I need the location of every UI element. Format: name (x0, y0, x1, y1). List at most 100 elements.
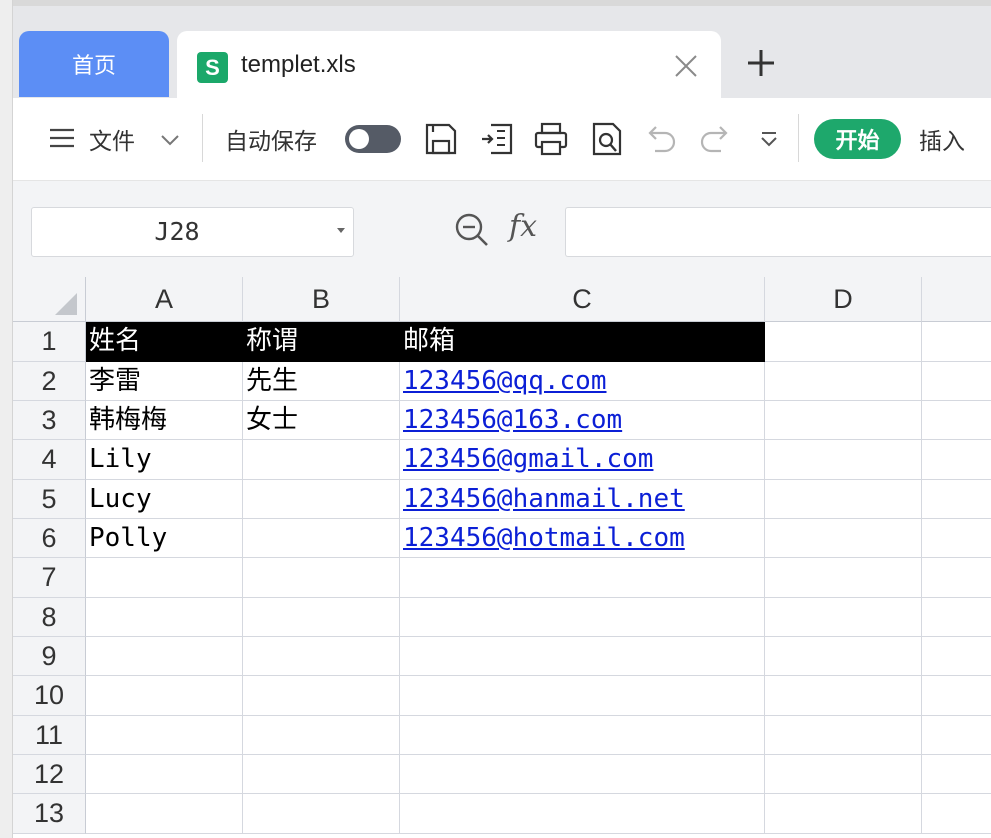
email-link-cell[interactable]: 123456@163.com (400, 401, 765, 440)
print-icon[interactable] (533, 121, 569, 157)
table-header-cell[interactable]: 邮箱 (400, 322, 765, 362)
table-cell[interactable] (765, 401, 922, 440)
row-header[interactable]: 7 (13, 558, 86, 598)
table-cell[interactable] (400, 755, 765, 794)
table-cell[interactable] (243, 755, 400, 794)
table-cell[interactable] (765, 362, 922, 401)
row-header[interactable]: 11 (13, 716, 86, 755)
autosave-toggle[interactable] (345, 125, 401, 153)
email-link-cell[interactable]: 123456@gmail.com (400, 440, 765, 480)
new-tab-plus-icon[interactable] (744, 46, 778, 80)
print-preview-icon[interactable] (589, 121, 625, 157)
table-cell[interactable] (86, 676, 243, 716)
name-box-dropdown-icon[interactable] (337, 228, 345, 233)
select-all-corner[interactable] (13, 277, 86, 322)
table-cell[interactable] (86, 558, 243, 598)
email-link-cell[interactable]: 123456@hotmail.com (400, 519, 765, 558)
row-header[interactable]: 10 (13, 676, 86, 716)
table-cell[interactable] (922, 519, 991, 558)
tab-home[interactable]: 首页 (19, 31, 169, 97)
table-cell[interactable] (922, 716, 991, 755)
table-cell[interactable] (86, 598, 243, 637)
menu-hamburger-icon[interactable] (47, 123, 77, 153)
table-cell[interactable] (86, 716, 243, 755)
row-header[interactable]: 1 (13, 322, 86, 362)
table-cell[interactable] (243, 794, 400, 834)
name-box[interactable]: J28 (31, 207, 354, 257)
column-header-a[interactable]: A (86, 277, 243, 322)
table-cell[interactable] (86, 755, 243, 794)
table-cell[interactable] (243, 519, 400, 558)
start-tab-button[interactable]: 开始 (814, 119, 901, 159)
insert-tab[interactable]: 插入 (919, 122, 965, 156)
save-icon[interactable] (423, 121, 459, 157)
table-cell[interactable]: 女士 (243, 401, 400, 440)
row-header[interactable]: 4 (13, 440, 86, 480)
row-header[interactable]: 5 (13, 480, 86, 519)
table-cell[interactable] (765, 440, 922, 480)
table-cell[interactable] (243, 676, 400, 716)
table-cell[interactable]: Lily (86, 440, 243, 480)
table-cell[interactable] (922, 322, 991, 362)
column-header-e[interactable] (922, 277, 991, 322)
table-cell[interactable] (400, 676, 765, 716)
close-tab-icon[interactable] (671, 51, 701, 81)
export-icon[interactable] (479, 121, 515, 157)
row-header[interactable]: 8 (13, 598, 86, 637)
undo-icon[interactable] (643, 121, 679, 157)
table-cell[interactable] (765, 794, 922, 834)
tab-document[interactable]: S templet.xls (177, 31, 721, 98)
table-cell[interactable] (922, 401, 991, 440)
column-header-b[interactable]: B (243, 277, 400, 322)
table-cell[interactable]: Lucy (86, 480, 243, 519)
table-cell[interactable]: 先生 (243, 362, 400, 401)
table-cell[interactable]: 李雷 (86, 362, 243, 401)
row-header[interactable]: 3 (13, 401, 86, 440)
table-cell[interactable] (765, 755, 922, 794)
table-cell[interactable] (765, 637, 922, 676)
column-header-d[interactable]: D (765, 277, 922, 322)
table-cell[interactable] (400, 794, 765, 834)
quick-access-dropdown-icon[interactable] (757, 128, 781, 152)
table-cell[interactable] (400, 716, 765, 755)
chevron-down-icon[interactable] (159, 128, 181, 150)
table-cell[interactable] (922, 676, 991, 716)
table-header-cell[interactable]: 姓名 (86, 322, 243, 362)
redo-icon[interactable] (697, 121, 733, 157)
table-cell[interactable] (922, 637, 991, 676)
row-header[interactable]: 13 (13, 794, 86, 834)
table-cell[interactable] (922, 558, 991, 598)
formula-input[interactable] (565, 207, 991, 257)
table-cell[interactable] (765, 519, 922, 558)
table-cell[interactable] (243, 480, 400, 519)
table-cell[interactable] (765, 716, 922, 755)
table-cell[interactable] (765, 322, 922, 362)
table-cell[interactable] (400, 637, 765, 676)
file-menu[interactable]: 文件 (89, 122, 135, 156)
table-header-cell[interactable]: 称谓 (243, 322, 400, 362)
table-cell[interactable] (243, 637, 400, 676)
column-header-c[interactable]: C (400, 277, 765, 322)
row-header[interactable]: 12 (13, 755, 86, 794)
table-cell[interactable]: Polly (86, 519, 243, 558)
row-header[interactable]: 6 (13, 519, 86, 558)
table-cell[interactable] (765, 480, 922, 519)
table-cell[interactable] (765, 676, 922, 716)
row-header[interactable]: 2 (13, 362, 86, 401)
table-cell[interactable] (922, 794, 991, 834)
table-cell[interactable] (243, 440, 400, 480)
table-cell[interactable] (922, 362, 991, 401)
table-cell[interactable]: 韩梅梅 (86, 401, 243, 440)
row-header[interactable]: 9 (13, 637, 86, 676)
email-link-cell[interactable]: 123456@hanmail.net (400, 480, 765, 519)
table-cell[interactable] (243, 558, 400, 598)
table-cell[interactable] (922, 440, 991, 480)
zoom-out-icon[interactable] (453, 211, 491, 254)
table-cell[interactable] (765, 598, 922, 637)
table-cell[interactable] (243, 716, 400, 755)
table-cell[interactable] (922, 598, 991, 637)
table-cell[interactable] (86, 637, 243, 676)
function-fx-icon[interactable]: fx (509, 209, 537, 244)
email-link-cell[interactable]: 123456@qq.com (400, 362, 765, 401)
table-cell[interactable] (400, 558, 765, 598)
